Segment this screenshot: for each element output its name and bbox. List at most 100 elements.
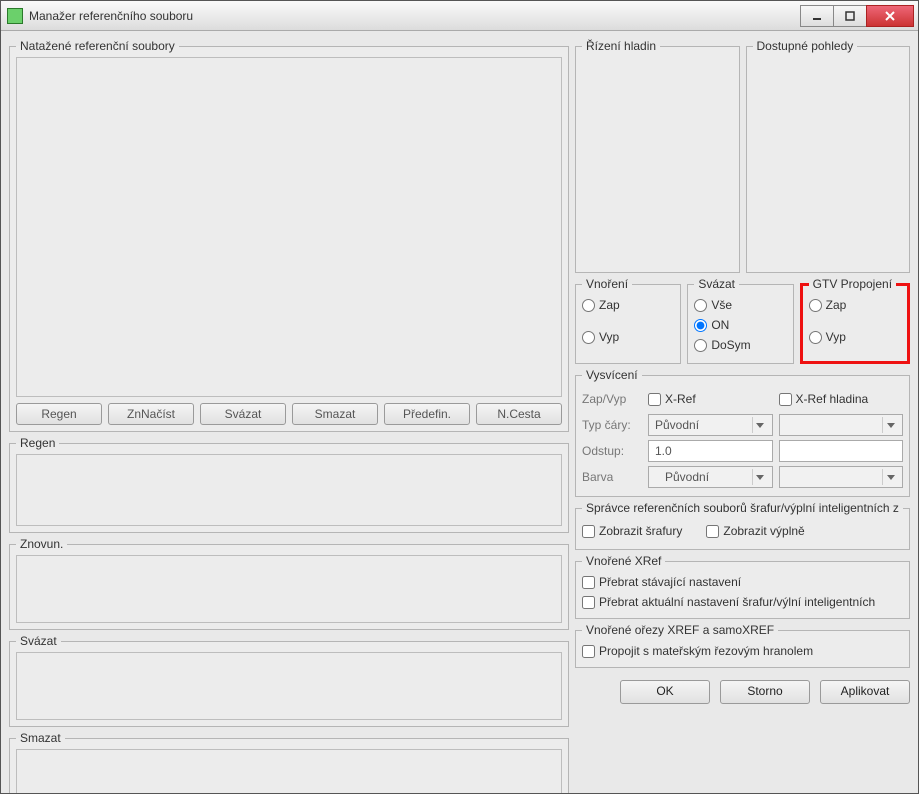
delete-list[interactable] (16, 749, 562, 793)
minimize-button[interactable] (800, 5, 834, 27)
color-select-2[interactable] (779, 466, 904, 488)
connect-parent-label: Propojit s mateřským řezovým hranolem (599, 644, 813, 658)
xref-layer-label: X-Ref hladina (796, 392, 869, 406)
maximize-button[interactable] (833, 5, 867, 27)
right-column: Řízení hladin Dostupné pohledy Vnoření Z… (575, 39, 910, 785)
nesting-legend: Vnoření (582, 277, 632, 291)
footer-buttons: OK Storno Aplikovat (575, 672, 910, 706)
adopt-current-checkbox[interactable]: Přebrat aktuální nastavení šrafur/výlní … (582, 592, 903, 612)
chevron-down-icon (882, 417, 898, 433)
regen-button[interactable]: Regen (16, 403, 102, 425)
available-views-group: Dostupné pohledy (746, 39, 911, 273)
linetype-value: Původní (655, 418, 699, 432)
loaded-refs-group: Natažené referenční soubory Regen ZnNačí… (9, 39, 569, 432)
chevron-down-icon (752, 417, 768, 433)
adopt-current-label: Přebrat aktuální nastavení šrafur/výlní … (599, 595, 875, 609)
adopt-existing-checkbox[interactable]: Přebrat stávající nastavení (582, 572, 903, 592)
bind-on-radio[interactable]: ON (694, 315, 786, 335)
cancel-button[interactable]: Storno (720, 680, 810, 704)
nested-xref-legend: Vnořené XRef (582, 554, 665, 568)
nesting-group: Vnoření Zap Vyp (575, 277, 681, 364)
bind-group: Svázat (9, 634, 569, 727)
gtv-off-label: Vyp (826, 330, 846, 344)
delete-legend: Smazat (16, 731, 65, 745)
hatch-manager-legend: Správce referenčních souborů šrafur/výpl… (582, 501, 903, 515)
xref-checkbox[interactable]: X-Ref (648, 389, 773, 409)
show-hatches-label: Zobrazit šrafury (599, 524, 682, 538)
bind-on-label: ON (711, 318, 729, 332)
nesting-on-label: Zap (599, 298, 620, 312)
top-row: Řízení hladin Dostupné pohledy (575, 39, 910, 273)
gtv-off-radio[interactable]: Vyp (809, 327, 901, 347)
chevron-down-icon (882, 469, 898, 485)
layer-control-group: Řízení hladin (575, 39, 740, 273)
gtv-link-group: GTV Propojení Zap Vyp (800, 277, 910, 364)
npath-button[interactable]: N.Cesta (476, 403, 562, 425)
xref-layer-checkbox[interactable]: X-Ref hladina (779, 389, 904, 409)
reload-list[interactable] (16, 555, 562, 623)
dialog-window: Manažer referenčního souboru Natažené re… (0, 0, 919, 794)
nested-xref-group: Vnořené XRef Přebrat stávající nastavení… (575, 554, 910, 619)
hatch-manager-group: Správce referenčních souborů šrafur/výpl… (575, 501, 910, 550)
reload-legend: Znovun. (16, 537, 67, 551)
linetype-select-2[interactable] (779, 414, 904, 436)
offset-input[interactable]: 1.0 (648, 440, 773, 462)
radio-row: Vnoření Zap Vyp Svázat Vše ON DoSym GTV … (575, 277, 910, 364)
offset-value: 1.0 (655, 444, 672, 458)
color-label: Barva (582, 470, 642, 484)
chevron-down-icon (752, 469, 768, 485)
nesting-off-label: Vyp (599, 330, 619, 344)
delete-button[interactable]: Smazat (292, 403, 378, 425)
regen-legend: Regen (16, 436, 59, 450)
nested-clip-legend: Vnořené ořezy XREF a samoXREF (582, 623, 778, 637)
window-title: Manažer referenčního souboru (29, 9, 801, 23)
show-fills-checkbox[interactable]: Zobrazit výplně (706, 521, 804, 541)
client-area: Natažené referenční soubory Regen ZnNačí… (1, 31, 918, 793)
highlight-group: Vysvícení Zap/Vyp X-Ref X-Ref hladina Ty… (575, 368, 910, 497)
gtv-on-label: Zap (826, 298, 847, 312)
app-icon (7, 8, 23, 24)
ok-button[interactable]: OK (620, 680, 710, 704)
reload-group: Znovun. (9, 537, 569, 630)
offset-label: Odstup: (582, 444, 642, 458)
color-value: Původní (655, 470, 709, 484)
nesting-on-radio[interactable]: Zap (582, 295, 674, 315)
regen-list[interactable] (16, 454, 562, 526)
linetype-select[interactable]: Původní (648, 414, 773, 436)
bind-list[interactable] (16, 652, 562, 720)
bind-dosym-radio[interactable]: DoSym (694, 335, 786, 355)
redefine-button[interactable]: Předefin. (384, 403, 470, 425)
nested-clip-group: Vnořené ořezy XREF a samoXREF Propojit s… (575, 623, 910, 668)
apply-button[interactable]: Aplikovat (820, 680, 910, 704)
color-select[interactable]: Původní (648, 466, 773, 488)
layer-control-legend: Řízení hladin (582, 39, 660, 53)
regen-group: Regen (9, 436, 569, 533)
loaded-refs-legend: Natažené referenční soubory (16, 39, 179, 53)
left-column: Natažené referenční soubory Regen ZnNačí… (9, 39, 569, 785)
highlight-onoff-label: Zap/Vyp (582, 392, 642, 406)
window-buttons (801, 5, 914, 27)
bind-all-label: Vše (711, 298, 732, 312)
offset-input-2[interactable] (779, 440, 904, 462)
gtv-link-legend: GTV Propojení (809, 277, 896, 291)
bind-button[interactable]: Svázat (200, 403, 286, 425)
xref-label: X-Ref (665, 392, 696, 406)
show-hatches-checkbox[interactable]: Zobrazit šrafury (582, 521, 682, 541)
loaded-refs-toolbar: Regen ZnNačíst Svázat Smazat Předefin. N… (16, 403, 562, 425)
titlebar: Manažer referenčního souboru (1, 1, 918, 31)
bind-mode-legend: Svázat (694, 277, 739, 291)
connect-parent-checkbox[interactable]: Propojit s mateřským řezovým hranolem (582, 641, 903, 661)
nesting-off-radio[interactable]: Vyp (582, 327, 674, 347)
adopt-existing-label: Přebrat stávající nastavení (599, 575, 741, 589)
bind-dosym-label: DoSym (711, 338, 750, 352)
gtv-on-radio[interactable]: Zap (809, 295, 901, 315)
show-fills-label: Zobrazit výplně (723, 524, 804, 538)
available-views-legend: Dostupné pohledy (753, 39, 858, 53)
bind-mode-group: Svázat Vše ON DoSym (687, 277, 793, 364)
loaded-refs-list[interactable] (16, 57, 562, 397)
linetype-label: Typ čáry: (582, 418, 642, 432)
close-button[interactable] (866, 5, 914, 27)
delete-group: Smazat (9, 731, 569, 793)
bind-all-radio[interactable]: Vše (694, 295, 786, 315)
reload-button[interactable]: ZnNačíst (108, 403, 194, 425)
